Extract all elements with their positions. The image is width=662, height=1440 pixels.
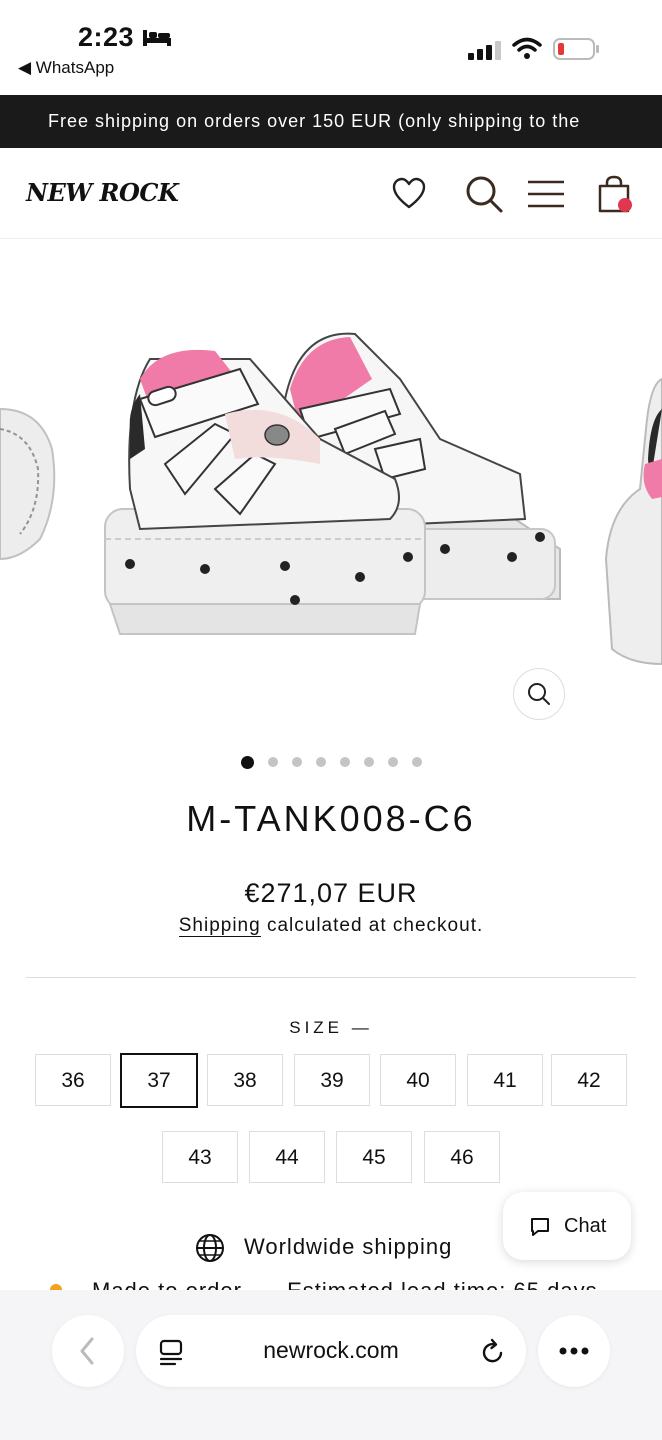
announcement-text: Free shipping on orders over 150 EUR (on… <box>48 111 581 131</box>
size-label: SIZE — <box>289 1018 373 1037</box>
size-option-45[interactable]: 45 <box>336 1131 412 1183</box>
chevron-left-icon <box>80 1337 94 1365</box>
worldwide-shipping-text: Worldwide shipping <box>244 1234 453 1259</box>
size-option-39[interactable]: 39 <box>294 1054 370 1106</box>
product-price: €271,07 EUR <box>244 878 418 908</box>
back-to-app-link[interactable]: ◀ WhatsApp <box>18 58 114 78</box>
gallery-dot[interactable] <box>315 757 326 767</box>
size-option-38[interactable]: 38 <box>207 1054 283 1106</box>
gallery-dot[interactable] <box>363 757 374 767</box>
wishlist-heart-icon[interactable] <box>389 174 429 214</box>
product-image <box>0 332 662 666</box>
gallery-pagination <box>0 754 662 770</box>
cart-icon[interactable] <box>594 174 634 214</box>
size-option-36[interactable]: 36 <box>35 1054 111 1106</box>
menu-icon[interactable] <box>526 174 566 214</box>
wifi-icon <box>512 37 542 59</box>
size-option-40[interactable]: 40 <box>380 1054 456 1106</box>
size-option-37[interactable]: 37 <box>120 1053 198 1108</box>
size-option-46[interactable]: 46 <box>424 1131 500 1183</box>
chat-label: Chat <box>564 1215 607 1237</box>
product-image-gallery[interactable] <box>0 239 662 729</box>
gallery-dot[interactable] <box>411 757 422 767</box>
gallery-dot[interactable] <box>267 757 278 767</box>
zoom-image-button[interactable] <box>513 668 565 720</box>
gallery-dot[interactable] <box>339 757 350 767</box>
size-option-41[interactable]: 41 <box>467 1054 543 1106</box>
more-dots-icon <box>559 1347 589 1355</box>
status-time: 2:23 <box>78 22 135 52</box>
shipping-note-text: calculated at checkout. <box>260 915 484 936</box>
magnifier-icon <box>528 683 550 705</box>
cellular-signal-icon <box>468 41 501 60</box>
search-icon[interactable] <box>464 174 504 214</box>
shipping-note: Shipping calculated at checkout. <box>0 915 662 937</box>
browser-more-button[interactable] <box>538 1315 610 1387</box>
size-option-44[interactable]: 44 <box>249 1131 325 1183</box>
brand-logo[interactable]: NEW ROCK <box>26 178 179 207</box>
size-option-43[interactable]: 43 <box>162 1131 238 1183</box>
gallery-dot[interactable] <box>291 757 302 767</box>
announcement-bar: Free shipping on orders over 150 EUR (on… <box>0 95 662 148</box>
globe-icon <box>196 1234 224 1262</box>
product-title: M-TANK008-C6 <box>186 798 476 839</box>
url-text: newrock.com <box>263 1337 399 1363</box>
battery-low-icon <box>553 38 599 60</box>
shipping-link[interactable]: Shipping <box>178 915 261 937</box>
chat-bubble-icon <box>531 1218 549 1236</box>
divider <box>26 977 636 978</box>
browser-back-button[interactable] <box>52 1315 124 1387</box>
gallery-dot[interactable] <box>387 757 398 767</box>
sleep-mode-icon <box>143 30 171 46</box>
size-option-42[interactable]: 42 <box>551 1054 627 1106</box>
reload-icon[interactable] <box>479 1338 507 1366</box>
gallery-dot[interactable] <box>240 755 254 769</box>
